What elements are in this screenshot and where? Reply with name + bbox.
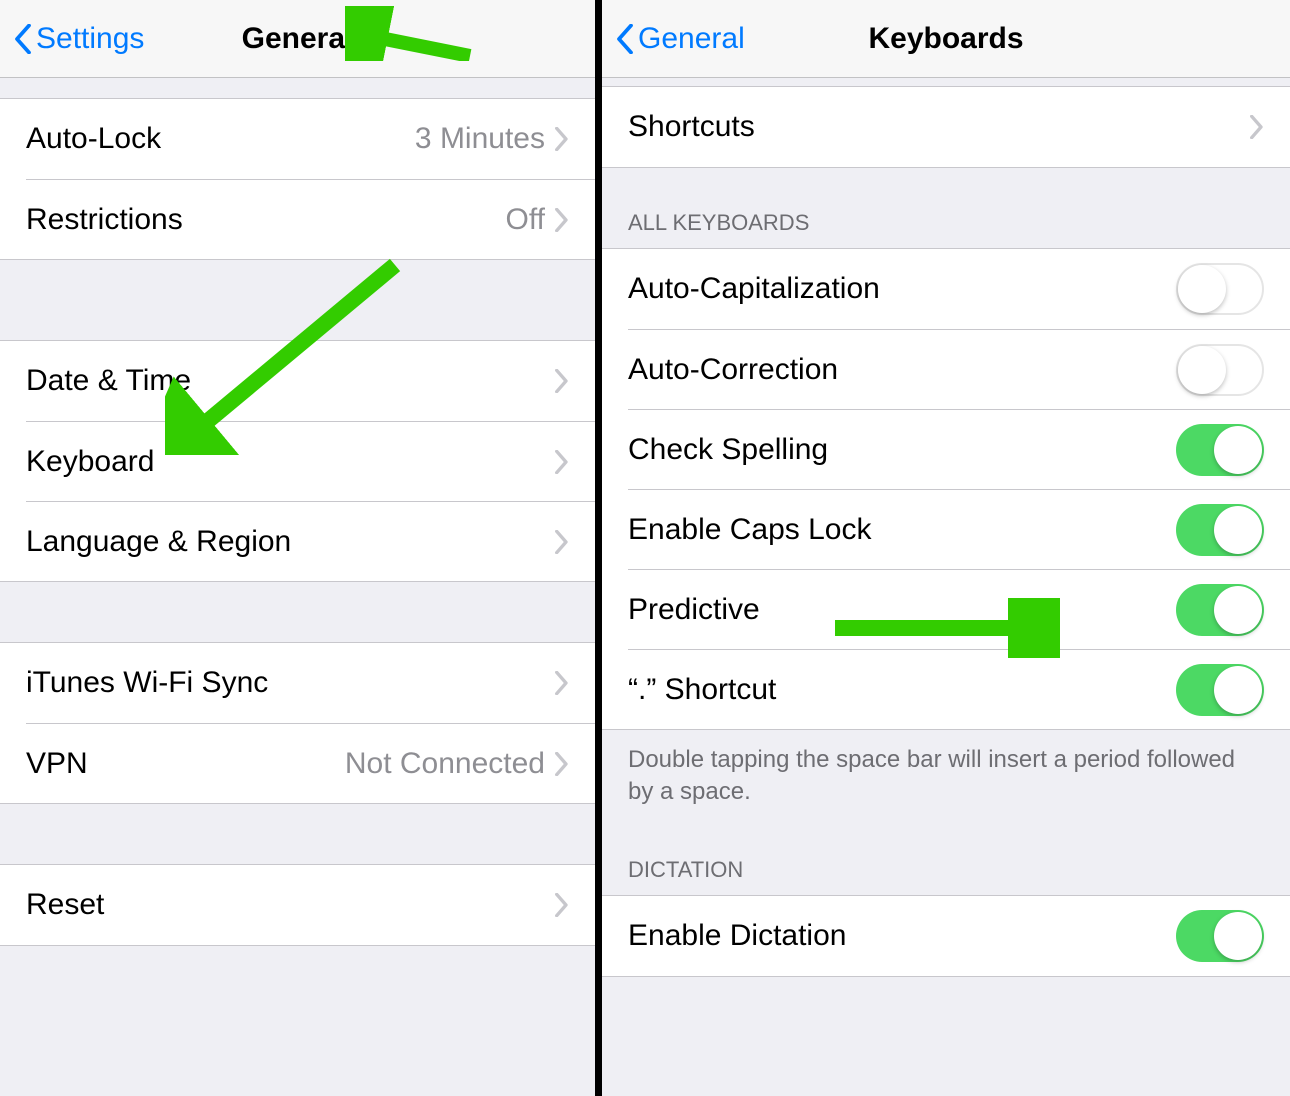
row-label: Enable Dictation bbox=[628, 919, 1176, 953]
row-value: Off bbox=[506, 203, 545, 237]
chevron-right-icon bbox=[555, 127, 569, 151]
navbar-general: Settings General bbox=[0, 0, 595, 78]
toggle-auto-correction[interactable] bbox=[1176, 344, 1264, 396]
back-label: General bbox=[638, 22, 745, 56]
group-itunes-vpn: iTunes Wi-Fi Sync VPN Not Connected bbox=[0, 642, 595, 804]
row-value: 3 Minutes bbox=[415, 122, 545, 156]
toggle-predictive[interactable] bbox=[1176, 584, 1264, 636]
row-auto-correction[interactable]: Auto-Correction bbox=[628, 329, 1290, 409]
chevron-right-icon bbox=[555, 208, 569, 232]
row-keyboard[interactable]: Keyboard bbox=[26, 421, 595, 501]
toggle-period-shortcut[interactable] bbox=[1176, 664, 1264, 716]
group-shortcuts: Shortcuts bbox=[602, 86, 1290, 168]
row-restrictions[interactable]: Restrictions Off bbox=[26, 179, 595, 259]
toggle-enable-caps-lock[interactable] bbox=[1176, 504, 1264, 556]
row-value: Not Connected bbox=[345, 747, 545, 781]
chevron-left-icon bbox=[14, 24, 32, 54]
group-reset: Reset bbox=[0, 864, 595, 946]
row-enable-dictation[interactable]: Enable Dictation bbox=[602, 896, 1290, 976]
toggle-check-spelling[interactable] bbox=[1176, 424, 1264, 476]
chevron-right-icon bbox=[555, 671, 569, 695]
row-auto-lock[interactable]: Auto-Lock 3 Minutes bbox=[0, 99, 595, 179]
footer-text: Double tapping the space bar will insert… bbox=[602, 730, 1290, 809]
chevron-right-icon bbox=[555, 530, 569, 554]
row-label: Reset bbox=[26, 888, 555, 922]
row-label: Auto-Correction bbox=[628, 353, 1176, 387]
group-all-keyboards: Auto-Capitalization Auto-Correction Chec… bbox=[602, 248, 1290, 730]
row-label: iTunes Wi-Fi Sync bbox=[26, 666, 555, 700]
chevron-right-icon bbox=[555, 450, 569, 474]
back-to-settings[interactable]: Settings bbox=[14, 22, 144, 56]
navbar-keyboards: General Keyboards bbox=[602, 0, 1290, 78]
back-to-general[interactable]: General bbox=[616, 22, 745, 56]
row-label: “.” Shortcut bbox=[628, 673, 1176, 707]
group-date-language: Date & Time Keyboard Language & Region bbox=[0, 340, 595, 582]
row-label: Language & Region bbox=[26, 525, 555, 559]
chevron-right-icon bbox=[555, 369, 569, 393]
row-label: Enable Caps Lock bbox=[628, 513, 1176, 547]
row-label: Check Spelling bbox=[628, 433, 1176, 467]
page-title: General bbox=[242, 22, 354, 56]
row-label: Date & Time bbox=[26, 364, 555, 398]
row-enable-caps-lock[interactable]: Enable Caps Lock bbox=[628, 489, 1290, 569]
row-check-spelling[interactable]: Check Spelling bbox=[628, 409, 1290, 489]
chevron-right-icon bbox=[555, 752, 569, 776]
row-shortcuts[interactable]: Shortcuts bbox=[602, 87, 1290, 167]
page-title: Keyboards bbox=[868, 22, 1023, 56]
section-header-dictation: DICTATION bbox=[602, 809, 1290, 895]
toggle-enable-dictation[interactable] bbox=[1176, 910, 1264, 962]
row-period-shortcut[interactable]: “.” Shortcut bbox=[628, 649, 1290, 729]
row-label: Keyboard bbox=[26, 445, 555, 479]
row-label: Auto-Capitalization bbox=[628, 272, 1176, 306]
row-itunes-wifi-sync[interactable]: iTunes Wi-Fi Sync bbox=[0, 643, 595, 723]
chevron-right-icon bbox=[555, 893, 569, 917]
section-header-all-keyboards: ALL KEYBOARDS bbox=[602, 168, 1290, 248]
row-label: Predictive bbox=[628, 593, 1176, 627]
row-auto-capitalization[interactable]: Auto-Capitalization bbox=[602, 249, 1290, 329]
back-label: Settings bbox=[36, 22, 144, 56]
row-date-time[interactable]: Date & Time bbox=[0, 341, 595, 421]
row-language-region[interactable]: Language & Region bbox=[26, 501, 595, 581]
row-label: Shortcuts bbox=[628, 110, 1250, 144]
keyboards-settings-screen: General Keyboards Shortcuts ALL KEYBOARD… bbox=[602, 0, 1290, 1096]
row-predictive[interactable]: Predictive bbox=[628, 569, 1290, 649]
group-dictation: Enable Dictation bbox=[602, 895, 1290, 977]
row-label: VPN bbox=[26, 747, 345, 781]
general-settings-screen: Settings General Auto-Lock 3 Minutes Res… bbox=[0, 0, 595, 1096]
group-lock: Auto-Lock 3 Minutes Restrictions Off bbox=[0, 98, 595, 260]
toggle-auto-capitalization[interactable] bbox=[1176, 263, 1264, 315]
chevron-right-icon bbox=[1250, 115, 1264, 139]
row-label: Restrictions bbox=[26, 203, 506, 237]
row-vpn[interactable]: VPN Not Connected bbox=[26, 723, 595, 803]
row-label: Auto-Lock bbox=[26, 122, 415, 156]
chevron-left-icon bbox=[616, 24, 634, 54]
row-reset[interactable]: Reset bbox=[0, 865, 595, 945]
